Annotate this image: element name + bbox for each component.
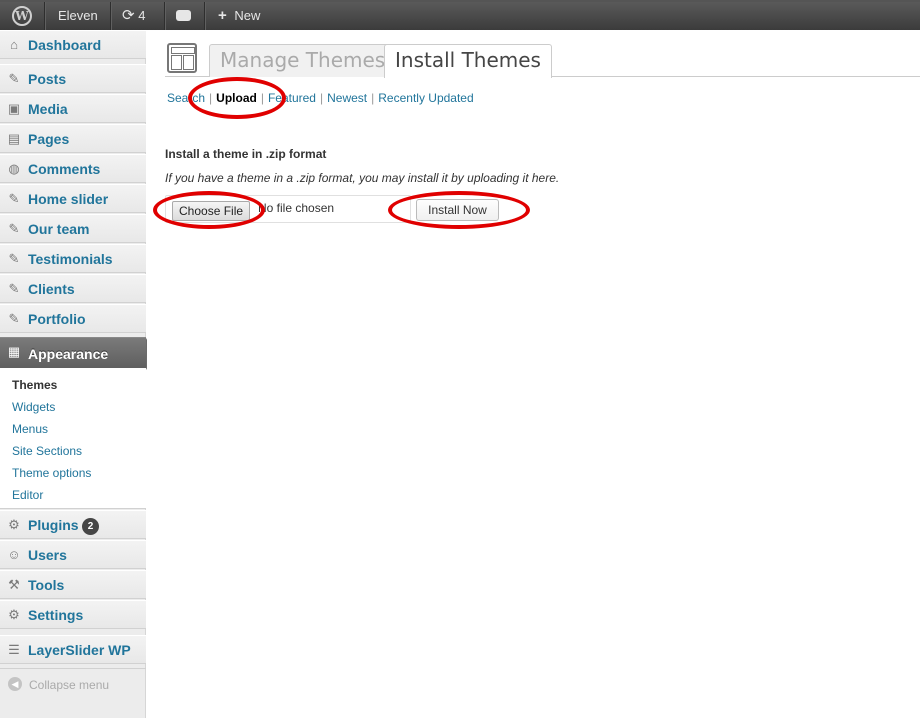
- comment-bubble-icon: [176, 10, 191, 21]
- admin-bar-divider: [164, 2, 165, 30]
- link-separator: |: [260, 91, 264, 105]
- pin-icon: ✎: [8, 311, 20, 326]
- sidebar-item-label: Settings: [28, 607, 84, 623]
- sidebar-item-label: Comments: [28, 161, 101, 177]
- sidebar-item-label: Plugins: [28, 517, 79, 533]
- admin-bar-divider: [204, 2, 205, 30]
- admin-bar-divider: [110, 2, 111, 30]
- sidebar-item-label: Home slider: [28, 191, 109, 207]
- appearance-icon: ▦: [7, 344, 21, 359]
- sidebar-item-pages[interactable]: ▤ Pages: [0, 124, 146, 153]
- install-sub-navigation: Search | Upload | Featured | Newest | Recently U…: [167, 91, 474, 105]
- new-label: New: [234, 8, 261, 23]
- sidebar-item-our-team[interactable]: ✎ Our team: [0, 214, 146, 243]
- tab-manage-themes[interactable]: Manage Themes: [209, 44, 397, 77]
- link-separator: |: [371, 91, 375, 105]
- updates-link[interactable]: ⟳ 4: [122, 2, 145, 30]
- sidebar-item-users[interactable]: ☺ Users: [0, 540, 146, 569]
- sidebar-item-label: Appearance: [28, 346, 109, 362]
- tab-install-themes[interactable]: Install Themes: [384, 44, 552, 78]
- sidebar-item-posts[interactable]: ✎ Posts: [0, 64, 146, 93]
- pin-icon: ✎: [8, 71, 20, 86]
- pin-icon: ✎: [8, 251, 20, 266]
- sidebar-item-label: Portfolio: [28, 311, 86, 327]
- plus-icon: +: [218, 7, 227, 24]
- choose-file-button[interactable]: Choose File: [172, 201, 251, 221]
- sidebar-item-label: Dashboard: [28, 37, 102, 53]
- sidebar-item-dashboard[interactable]: ⌂ Dashboard: [0, 30, 146, 59]
- file-upload-field[interactable]: Choose File No file chosen: [165, 195, 411, 223]
- sidebar-item-label: Posts: [28, 71, 67, 87]
- appearance-submenu: Themes Widgets Menus Site Sections Theme…: [0, 368, 146, 509]
- comments-link[interactable]: [176, 2, 191, 30]
- install-now-button[interactable]: Install Now: [416, 199, 499, 221]
- sidebar-item-label: Our team: [28, 221, 90, 237]
- site-name-link[interactable]: Eleven: [58, 2, 98, 30]
- pin-icon: ✎: [8, 221, 20, 236]
- sidebar-item-home-slider[interactable]: ✎ Home slider: [0, 184, 146, 213]
- sidebar-item-media[interactable]: ▣ Media: [0, 94, 146, 123]
- sidebar-item-tools[interactable]: ⚒ Tools: [0, 570, 146, 599]
- sidebar-item-comments[interactable]: ◍ Comments: [0, 154, 146, 183]
- pages-icon: ▤: [7, 131, 21, 146]
- collapse-menu-button[interactable]: ◀ Collapse menu: [0, 668, 146, 698]
- sidebar-item-label: Pages: [28, 131, 70, 147]
- sidebar-item-layerslider[interactable]: ☰ LayerSlider WP: [0, 635, 146, 664]
- submenu-item-themes[interactable]: Themes: [12, 378, 57, 392]
- link-separator: |: [209, 91, 213, 105]
- submenu-item-site-sections[interactable]: Site Sections: [12, 444, 82, 458]
- new-content-link[interactable]: + New: [218, 2, 260, 30]
- sidebar-item-label: Media: [28, 101, 68, 117]
- settings-icon: ⚙: [8, 607, 20, 622]
- admin-bar-divider: [44, 2, 45, 30]
- sidebar-item-label: Tools: [28, 577, 65, 593]
- sidebar-item-label: Testimonials: [28, 251, 113, 267]
- sidebar-item-label: LayerSlider WP: [28, 642, 131, 658]
- submenu-item-widgets[interactable]: Widgets: [12, 400, 55, 414]
- pin-icon: ✎: [8, 191, 20, 206]
- wordpress-logo-icon[interactable]: W: [12, 6, 32, 26]
- users-icon: ☺: [7, 547, 21, 562]
- link-separator: |: [319, 91, 324, 105]
- link-upload[interactable]: Upload: [216, 91, 257, 105]
- submenu-item-menus[interactable]: Menus: [12, 422, 48, 436]
- tools-icon: ⚒: [8, 577, 20, 592]
- admin-bar: W Eleven ⟳ 4 + New: [0, 0, 920, 30]
- link-recently-updated[interactable]: Recently Updated: [378, 91, 473, 105]
- link-search[interactable]: Search: [167, 91, 205, 105]
- sidebar-item-portfolio[interactable]: ✎ Portfolio: [0, 304, 146, 333]
- link-featured[interactable]: Featured: [268, 91, 316, 105]
- main-content: Manage Themes Install Themes Search | Uplo…: [147, 30, 920, 718]
- layers-icon: ☰: [8, 642, 20, 657]
- sidebar-item-appearance[interactable]: ▦ Appearance: [0, 337, 155, 370]
- sidebar-item-plugins[interactable]: ⚙ Plugins 2: [0, 510, 146, 539]
- sidebar-item-clients[interactable]: ✎ Clients: [0, 274, 146, 303]
- sidebar-item-settings[interactable]: ⚙ Settings: [0, 600, 146, 629]
- file-status-text: No file chosen: [258, 201, 335, 215]
- upload-heading: Install a theme in .zip format: [165, 147, 327, 161]
- admin-sidebar: ⌂ Dashboard ✎ Posts ▣ Media ▤ Pages ◍ Co…: [0, 30, 155, 718]
- sidebar-item-label: Users: [28, 547, 67, 563]
- themes-screen-icon: [167, 43, 197, 73]
- comments-icon: ◍: [8, 161, 20, 176]
- submenu-item-theme-options[interactable]: Theme options: [12, 466, 91, 480]
- link-newest[interactable]: Newest: [327, 91, 367, 105]
- collapse-menu-label: Collapse menu: [29, 678, 110, 692]
- collapse-arrow-icon: ◀: [8, 677, 22, 691]
- plugins-icon: ⚙: [8, 517, 20, 532]
- refresh-icon: ⟳: [122, 7, 135, 24]
- updates-count: 4: [138, 8, 146, 23]
- sidebar-item-label: Clients: [28, 281, 75, 297]
- sidebar-item-testimonials[interactable]: ✎ Testimonials: [0, 244, 146, 273]
- plugins-update-badge: 2: [82, 518, 99, 535]
- pin-icon: ✎: [8, 281, 20, 296]
- submenu-item-editor[interactable]: Editor: [12, 488, 43, 502]
- dashboard-icon: ⌂: [10, 37, 18, 52]
- upload-description: If you have a theme in a .zip format, yo…: [165, 171, 560, 185]
- media-icon: ▣: [7, 101, 21, 116]
